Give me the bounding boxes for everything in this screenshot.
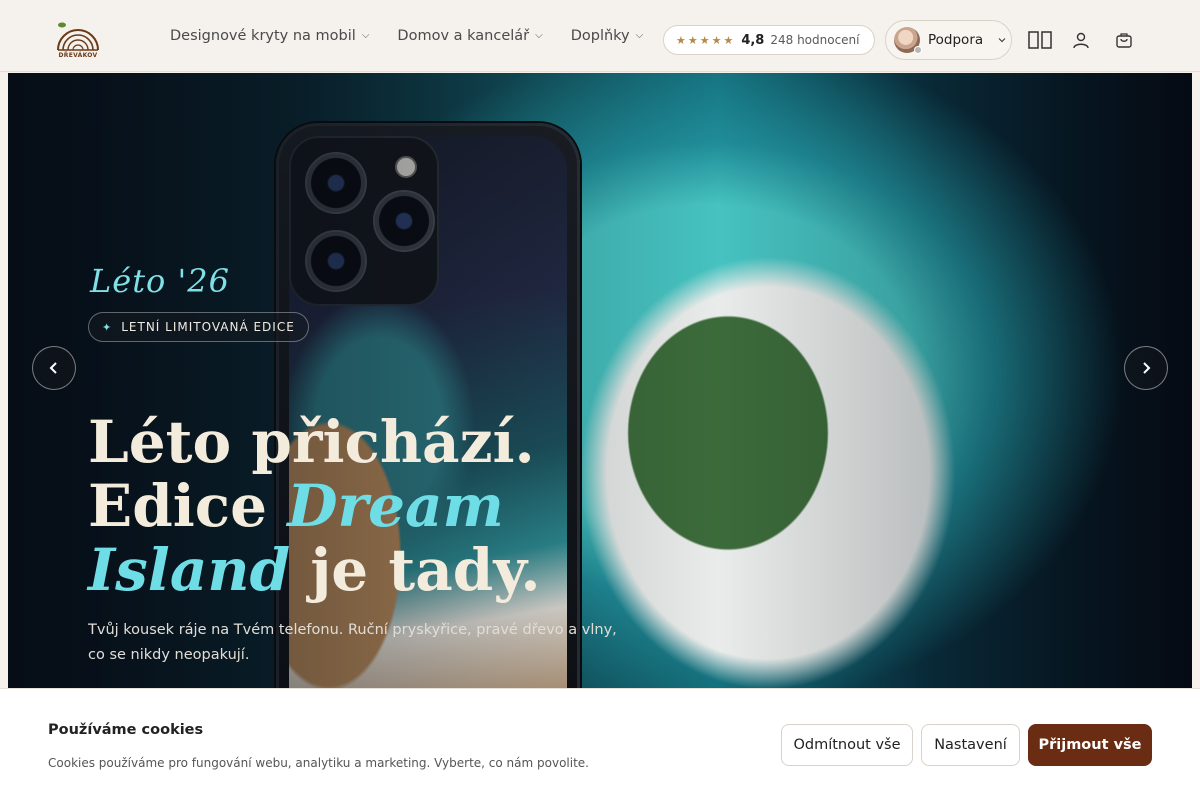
nav-item-phone-cases[interactable]: Designové kryty na mobil ⌵ bbox=[170, 28, 369, 44]
chevron-right-icon bbox=[1143, 362, 1151, 374]
nav-item-label: Designové kryty na mobil bbox=[170, 28, 356, 44]
main-nav: Designové kryty na mobil ⌵ Domov a kance… bbox=[170, 0, 643, 72]
cookie-banner: Používáme cookies Cookies používáme pro … bbox=[0, 688, 1200, 800]
sparkle-icon: ✦ bbox=[102, 320, 113, 334]
carousel-next-button[interactable] bbox=[1124, 346, 1168, 390]
nav-item-label: Doplňky bbox=[570, 28, 630, 44]
nav-item-accessories[interactable]: Doplňky ⌵ bbox=[571, 28, 644, 44]
headline-line3b: je tady. bbox=[290, 536, 541, 604]
chevron-down-icon: ⌵ bbox=[635, 29, 644, 41]
chevron-down-icon: ⌵ bbox=[361, 29, 370, 41]
avatar bbox=[894, 27, 922, 54]
accept-all-button[interactable]: Přijmout vše bbox=[1028, 724, 1152, 766]
hero-script-title: Léto '26 bbox=[90, 262, 230, 300]
badge-label: LETNÍ LIMITOVANÁ EDICE bbox=[121, 320, 295, 334]
rating-badge[interactable]: ★★★★★ 4,8 248 hodnocení bbox=[663, 25, 875, 55]
user-icon[interactable] bbox=[1069, 28, 1093, 52]
rating-value: 4,8 bbox=[741, 32, 765, 48]
cart-icon[interactable] bbox=[1112, 28, 1136, 52]
rating-count: 248 hodnocení bbox=[770, 33, 860, 47]
compare-icon[interactable] bbox=[1028, 28, 1052, 52]
cookie-title: Používáme cookies bbox=[48, 722, 204, 738]
chevron-down-icon bbox=[998, 38, 1006, 43]
headline-line2a: Edice bbox=[88, 472, 288, 540]
wood-rings-logo-icon bbox=[57, 22, 99, 51]
cookie-text: Cookies používáme pro fungování webu, an… bbox=[48, 756, 589, 770]
reject-all-button[interactable]: Odmítnout vše bbox=[781, 724, 913, 766]
site-header: DŘEVÁKOV Designové kryty na mobil ⌵ Domo… bbox=[0, 0, 1200, 72]
carousel-prev-button[interactable] bbox=[32, 346, 76, 390]
nav-item-label: Domov a kancelář bbox=[397, 28, 530, 44]
headline-accent-dream: Dream bbox=[287, 472, 504, 540]
logo[interactable]: DŘEVÁKOV bbox=[54, 20, 102, 60]
headline-line1: Léto přichází. bbox=[88, 408, 535, 476]
star-rating-icon: ★★★★★ bbox=[676, 33, 736, 47]
nav-item-home-office[interactable]: Domov a kancelář ⌵ bbox=[397, 28, 542, 44]
hero-headline: Léto přichází. Edice Dream Island je tad… bbox=[88, 410, 541, 602]
logo-text: DŘEVÁKOV bbox=[58, 52, 98, 59]
status-dot bbox=[914, 46, 922, 54]
headline-accent-island: Island bbox=[88, 536, 291, 604]
hero-subtitle: Tvůj kousek ráje na Tvém telefonu. Ruční… bbox=[88, 622, 617, 663]
support-button[interactable]: Podpora bbox=[885, 20, 1012, 60]
limited-edition-badge: ✦ LETNÍ LIMITOVANÁ EDICE bbox=[88, 312, 309, 342]
support-label: Podpora bbox=[928, 32, 984, 48]
cookie-settings-button[interactable]: Nastavení bbox=[921, 724, 1020, 766]
chevron-left-icon bbox=[49, 362, 57, 374]
chevron-down-icon: ⌵ bbox=[535, 29, 543, 41]
